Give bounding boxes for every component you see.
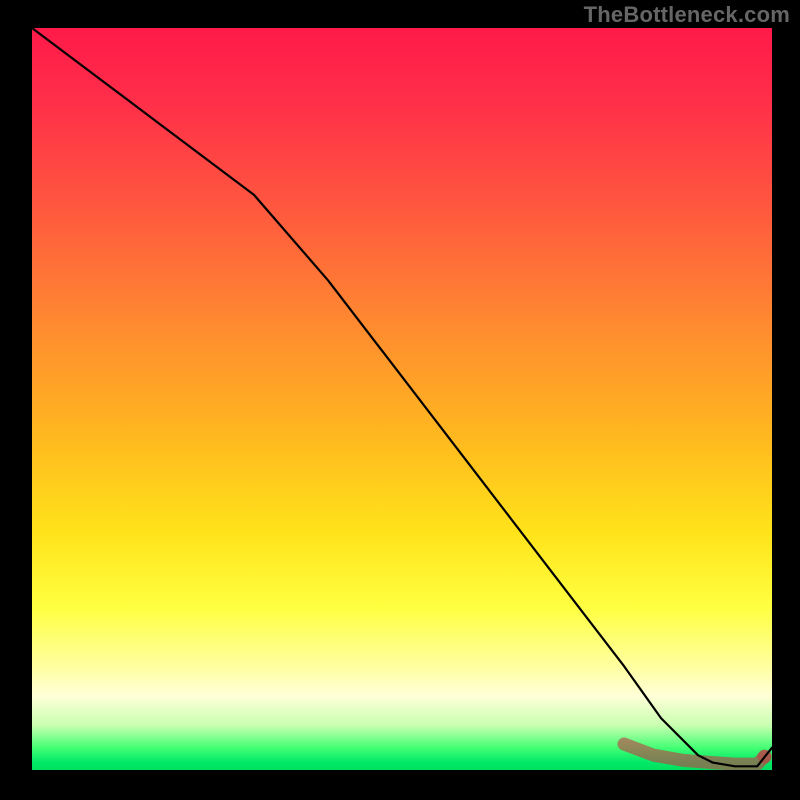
optimal-range-band — [624, 744, 765, 764]
bottleneck-curve — [32, 28, 772, 766]
watermark-text: TheBottleneck.com — [584, 2, 790, 28]
chart-frame: TheBottleneck.com — [0, 0, 800, 800]
chart-svg — [32, 28, 772, 770]
plot-area — [32, 28, 772, 770]
